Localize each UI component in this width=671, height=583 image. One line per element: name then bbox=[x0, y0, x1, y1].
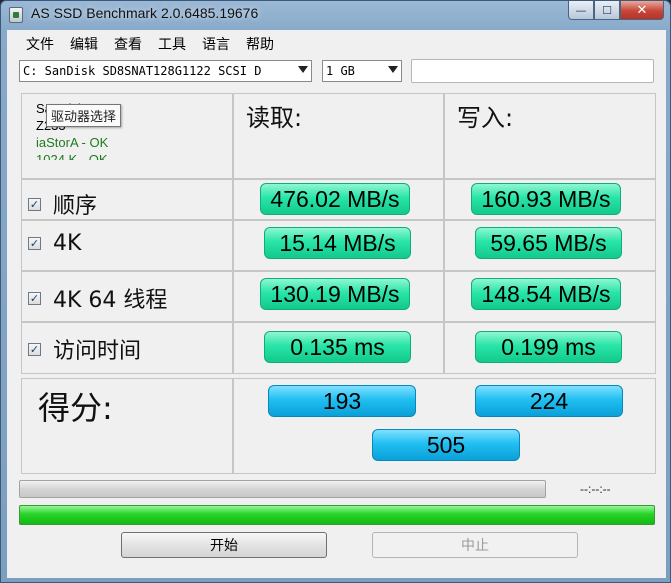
read-header-cell: 读取: bbox=[233, 93, 444, 179]
row-4k-read-cell: 15.14 MB/s bbox=[233, 220, 444, 271]
menu-language[interactable]: 语言 bbox=[195, 30, 239, 54]
title-bar[interactable]: AS SSD Benchmark 2.0.6485.19676 — ☐ ✕ bbox=[1, 1, 670, 29]
write-column-header: 写入: bbox=[457, 104, 514, 132]
size-select-value: 1 GB bbox=[326, 64, 355, 78]
seq-write-result: 160.93 MB/s bbox=[471, 183, 621, 215]
window-controls: — ☐ ✕ bbox=[568, 1, 664, 21]
seq-read-result: 476.02 MB/s bbox=[260, 183, 410, 215]
elapsed-time: --:--:-- bbox=[580, 482, 611, 496]
menu-view[interactable]: 查看 bbox=[107, 30, 151, 54]
chevron-down-icon bbox=[298, 66, 308, 73]
4k64-checkbox[interactable]: ✓ bbox=[28, 291, 41, 305]
score-values-cell: 193 224 505 bbox=[233, 378, 656, 474]
close-button[interactable]: ✕ bbox=[620, 1, 664, 20]
row-4k64-read-cell: 130.19 MB/s bbox=[233, 271, 444, 322]
read-column-header: 读取: bbox=[246, 104, 303, 132]
row-4k-label: ✓ 4K bbox=[28, 231, 81, 256]
4k-write-result: 59.65 MB/s bbox=[475, 227, 622, 259]
window-title: AS SSD Benchmark 2.0.6485.19676 bbox=[31, 5, 259, 21]
4k-label: 4K bbox=[53, 231, 82, 256]
4k-checkbox[interactable]: ✓ bbox=[28, 237, 41, 250]
menu-help[interactable]: 帮助 bbox=[239, 30, 283, 54]
row-4k-label-cell: ✓ 4K bbox=[21, 220, 233, 271]
drive-info-cell: SanDisk Z233 iaStorA - OK 1024 K - OK 驱动… bbox=[21, 93, 233, 179]
maximize-button[interactable]: ☐ bbox=[594, 1, 620, 20]
row-seq-write-cell: 160.93 MB/s bbox=[444, 179, 656, 220]
alignment-status: 1024 K - OK bbox=[36, 152, 108, 160]
drive-select[interactable]: C: SanDisk SD8SNAT128G1122 SCSI D bbox=[19, 60, 312, 82]
start-button[interactable]: 开始 bbox=[121, 532, 327, 558]
access-read-result: 0.135 ms bbox=[264, 331, 411, 363]
main-panel: 文件 编辑 查看 工具 语言 帮助 C: SanDisk SD8SNAT128G… bbox=[7, 30, 666, 578]
4k64-write-result: 148.54 MB/s bbox=[471, 278, 621, 310]
app-icon bbox=[9, 7, 23, 23]
score-label: 得分: bbox=[38, 389, 113, 427]
row-seq-label-cell: ✓ 顺序 bbox=[21, 179, 233, 220]
chevron-down-icon bbox=[388, 66, 398, 73]
total-score: 505 bbox=[372, 429, 520, 461]
write-score: 224 bbox=[475, 385, 623, 417]
minimize-button[interactable]: — bbox=[568, 1, 594, 20]
driver-status: iaStorA - OK bbox=[36, 135, 109, 150]
drive-select-value: C: SanDisk SD8SNAT128G1122 SCSI D bbox=[23, 64, 262, 78]
info-textbox[interactable] bbox=[411, 59, 654, 83]
seq-checkbox[interactable]: ✓ bbox=[28, 197, 41, 211]
row-4k64-label: ✓ 4K 64 线程 bbox=[28, 282, 167, 314]
window-frame: AS SSD Benchmark 2.0.6485.19676 — ☐ ✕ 文件… bbox=[0, 0, 671, 583]
stop-button[interactable]: 中止 bbox=[372, 532, 578, 558]
task-progress-bar bbox=[19, 480, 546, 498]
4k64-read-result: 130.19 MB/s bbox=[260, 278, 410, 310]
menu-bar: 文件 编辑 查看 工具 语言 帮助 bbox=[7, 30, 666, 54]
4k64-label: 4K 64 线程 bbox=[53, 288, 168, 313]
row-access-label-cell: ✓ 访问时间 bbox=[21, 322, 233, 374]
read-score: 193 bbox=[268, 385, 416, 417]
row-seq-read-cell: 476.02 MB/s bbox=[233, 179, 444, 220]
row-seq-label: ✓ 顺序 bbox=[28, 188, 97, 220]
score-label-cell: 得分: bbox=[21, 378, 233, 474]
drive-select-tooltip: 驱动器选择 bbox=[46, 104, 122, 127]
row-4k64-write-cell: 148.54 MB/s bbox=[444, 271, 656, 322]
overall-progress-bar bbox=[19, 505, 655, 525]
4k-read-result: 15.14 MB/s bbox=[264, 227, 411, 259]
row-4k-write-cell: 59.65 MB/s bbox=[444, 220, 656, 271]
menu-file[interactable]: 文件 bbox=[19, 30, 63, 54]
access-checkbox[interactable]: ✓ bbox=[28, 342, 41, 356]
seq-label: 顺序 bbox=[53, 194, 98, 219]
row-4k64-label-cell: ✓ 4K 64 线程 bbox=[21, 271, 233, 322]
access-write-result: 0.199 ms bbox=[475, 331, 622, 363]
menu-edit[interactable]: 编辑 bbox=[63, 30, 107, 54]
write-header-cell: 写入: bbox=[444, 93, 656, 179]
row-access-read-cell: 0.135 ms bbox=[233, 322, 444, 374]
access-label: 访问时间 bbox=[53, 339, 142, 364]
overall-progress-fill bbox=[19, 505, 655, 525]
menu-tools[interactable]: 工具 bbox=[151, 30, 195, 54]
row-access-write-cell: 0.199 ms bbox=[444, 322, 656, 374]
row-access-label: ✓ 访问时间 bbox=[28, 333, 141, 365]
size-select[interactable]: 1 GB bbox=[322, 60, 402, 82]
